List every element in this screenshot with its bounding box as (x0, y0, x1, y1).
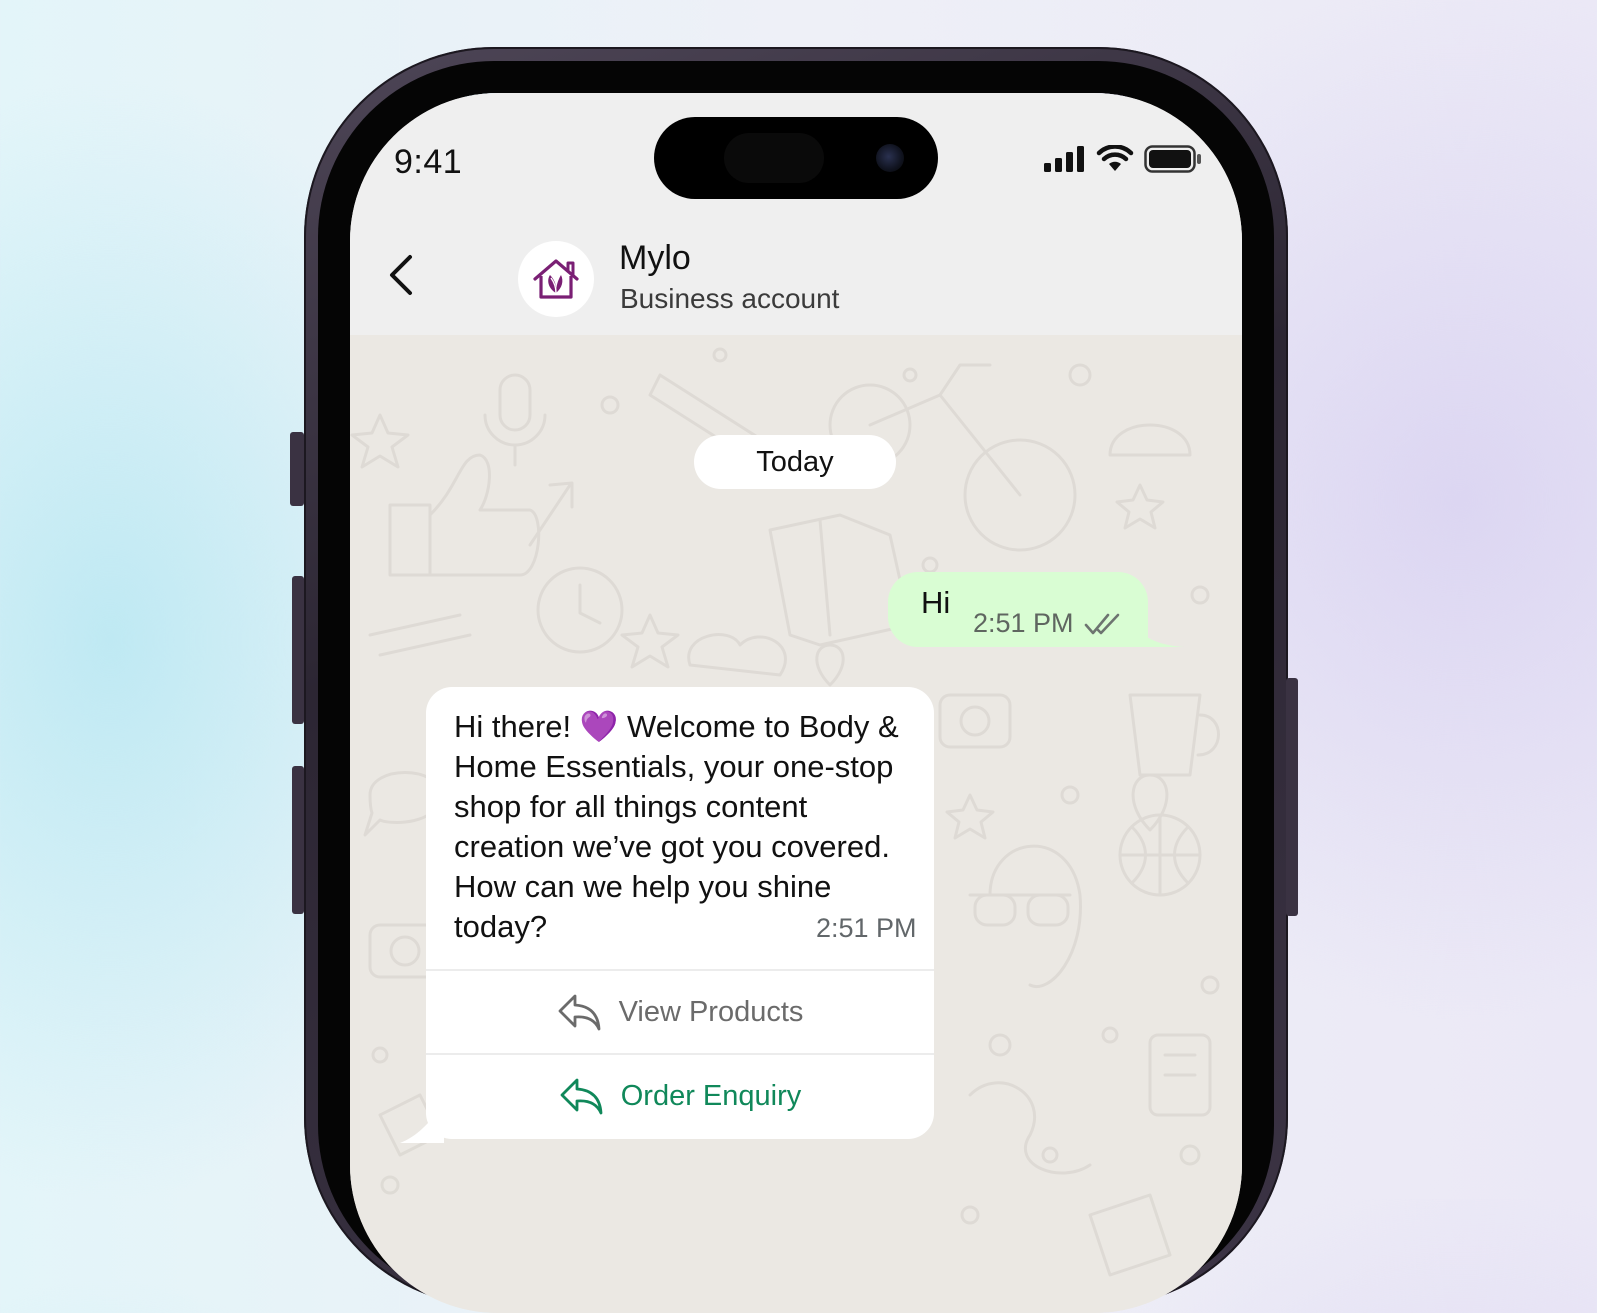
order-enquiry-button[interactable]: Order Enquiry (426, 1057, 934, 1135)
incoming-message-text-start: Hi there! (454, 709, 572, 744)
cellular-signal-icon (1044, 146, 1084, 172)
incoming-message-time: 2:51 PM (816, 913, 917, 943)
contact-name[interactable]: Mylo (619, 239, 691, 278)
chevron-left-icon[interactable] (386, 253, 416, 297)
island-sensor (724, 133, 824, 183)
chat-header: 9:41 Mylo Business account (350, 93, 1242, 335)
reply-arrow-icon (558, 994, 600, 1031)
chat-thread[interactable]: Today Hi 2:51 PM Hi there! 💜 Welcome to … (350, 335, 1242, 1313)
house-leaf-logo-icon (533, 259, 579, 299)
status-bar-icons (1044, 145, 1202, 173)
phone-action-button (290, 432, 304, 506)
dynamic-island (654, 117, 938, 199)
quick-reply-divider (426, 1053, 934, 1055)
view-products-button[interactable]: View Products (426, 973, 934, 1051)
wifi-icon (1096, 145, 1134, 171)
phone-volume-down-button (292, 766, 304, 914)
phone-power-button (1286, 678, 1298, 916)
purple-heart-emoji: 💜 (579, 709, 619, 744)
battery-icon (1144, 145, 1201, 173)
incoming-message-text-rest: Welcome to Body & Home Essentials, your … (454, 709, 899, 944)
incoming-message-bubble[interactable]: Hi there! 💜 Welcome to Body & Home Essen… (426, 687, 934, 1139)
front-camera (876, 144, 904, 172)
outgoing-message-time: 2:51 PM (973, 608, 1074, 638)
status-bar-time: 9:41 (394, 143, 463, 181)
contact-avatar[interactable] (518, 241, 594, 317)
reply-arrow-icon (560, 1078, 603, 1115)
phone-volume-up-button (292, 576, 304, 724)
outgoing-message-text: Hi (921, 585, 951, 620)
incoming-message-text: Hi there! 💜 Welcome to Body & Home Essen… (454, 707, 914, 947)
view-products-label: View Products (618, 995, 804, 1028)
outgoing-message-bubble[interactable]: Hi 2:51 PM (888, 572, 1148, 647)
quick-reply-divider (426, 969, 934, 971)
phone-screen: 9:41 Mylo Business account Today Hi 2:51… (350, 93, 1242, 1313)
double-check-icon (1084, 613, 1120, 635)
contact-subtitle: Business account (620, 283, 840, 314)
date-separator: Today (694, 435, 896, 489)
order-enquiry-label: Order Enquiry (620, 1079, 802, 1112)
